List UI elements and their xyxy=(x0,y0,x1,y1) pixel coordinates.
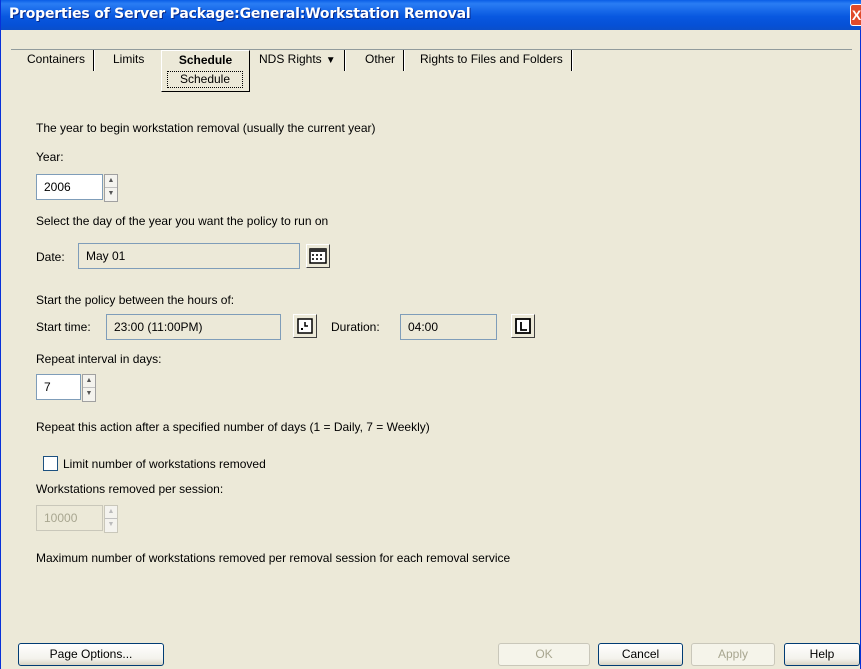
year-label: Year: xyxy=(36,150,64,164)
per-session-spinner[interactable]: ▲ ▼ xyxy=(104,505,118,533)
duration-field[interactable]: 04:00 xyxy=(400,314,497,340)
tab-schedule[interactable]: Schedule Schedule xyxy=(161,50,250,92)
tab-label: NDS Rights xyxy=(259,52,322,66)
apply-button[interactable]: Apply xyxy=(691,643,775,666)
title-bar[interactable]: Properties of Server Package:General:Wor… xyxy=(1,0,861,30)
start-time-label: Start time: xyxy=(36,320,91,334)
tab-other[interactable]: Other xyxy=(357,49,406,73)
tab-rights-files-folders[interactable]: Rights to Files and Folders xyxy=(412,49,573,73)
repeat-spinner[interactable]: ▲ ▼ xyxy=(82,374,96,402)
date-intro-text: Select the day of the year you want the … xyxy=(36,214,329,228)
cancel-button[interactable]: Cancel xyxy=(598,643,683,666)
window-title: Properties of Server Package:General:Wor… xyxy=(9,6,471,22)
repeat-help-text: Repeat this action after a specified num… xyxy=(36,420,430,434)
start-time-picker-icon[interactable] xyxy=(293,314,317,338)
year-input[interactable]: 2006 xyxy=(36,174,103,200)
properties-dialog: Properties of Server Package:General:Wor… xyxy=(0,0,861,669)
spin-up-icon[interactable]: ▲ xyxy=(105,175,117,188)
limit-workstations-label[interactable]: Limit number of workstations removed xyxy=(63,457,266,471)
duration-label: Duration: xyxy=(331,320,380,334)
ok-button[interactable]: OK xyxy=(498,643,590,666)
tab-separator xyxy=(93,50,96,71)
year-spinner[interactable]: ▲ ▼ xyxy=(104,174,118,202)
per-session-input[interactable]: 10000 xyxy=(36,505,103,531)
date-label: Date: xyxy=(36,250,65,264)
page-options-button[interactable]: Page Options... xyxy=(18,643,164,666)
tab-label: Limits xyxy=(113,52,145,66)
hours-intro-text: Start the policy between the hours of: xyxy=(36,293,235,307)
help-button[interactable]: Help xyxy=(784,643,860,666)
start-time-field[interactable]: 23:00 (11:00PM) xyxy=(106,314,281,340)
tab-containers[interactable]: Containers xyxy=(19,49,96,73)
tab-label: Other xyxy=(365,52,396,66)
tab-nds-rights[interactable]: NDS Rights ▼ xyxy=(251,49,346,73)
spin-down-icon[interactable]: ▼ xyxy=(83,388,95,401)
repeat-input[interactable]: 7 xyxy=(36,374,81,400)
subtab-schedule[interactable]: Schedule xyxy=(167,71,243,88)
dropdown-arrow-icon[interactable]: ▼ xyxy=(326,55,336,66)
spin-down-icon[interactable]: ▼ xyxy=(105,519,117,532)
close-icon[interactable]: X xyxy=(850,4,861,26)
date-field[interactable]: May 01 xyxy=(78,243,300,269)
tab-separator xyxy=(403,50,406,71)
spin-up-icon[interactable]: ▲ xyxy=(83,375,95,388)
tab-separator xyxy=(570,50,573,71)
limit-workstations-checkbox[interactable] xyxy=(43,456,58,471)
tab-separator xyxy=(343,50,346,71)
tab-limits[interactable]: Limits xyxy=(105,49,152,73)
per-session-label: Workstations removed per session: xyxy=(36,482,224,496)
spin-down-icon[interactable]: ▼ xyxy=(105,188,117,201)
spin-up-icon[interactable]: ▲ xyxy=(105,506,117,519)
tab-label: Containers xyxy=(27,52,86,66)
calendar-icon[interactable] xyxy=(306,244,330,268)
tab-label: Rights to Files and Folders xyxy=(420,52,563,66)
year-intro-text: The year to begin workstation removal (u… xyxy=(36,121,376,135)
duration-picker-icon[interactable] xyxy=(511,314,535,338)
repeat-label: Repeat interval in days: xyxy=(36,352,162,366)
tab-label: Schedule xyxy=(178,53,233,67)
per-session-help-text: Maximum number of workstations removed p… xyxy=(36,551,511,565)
